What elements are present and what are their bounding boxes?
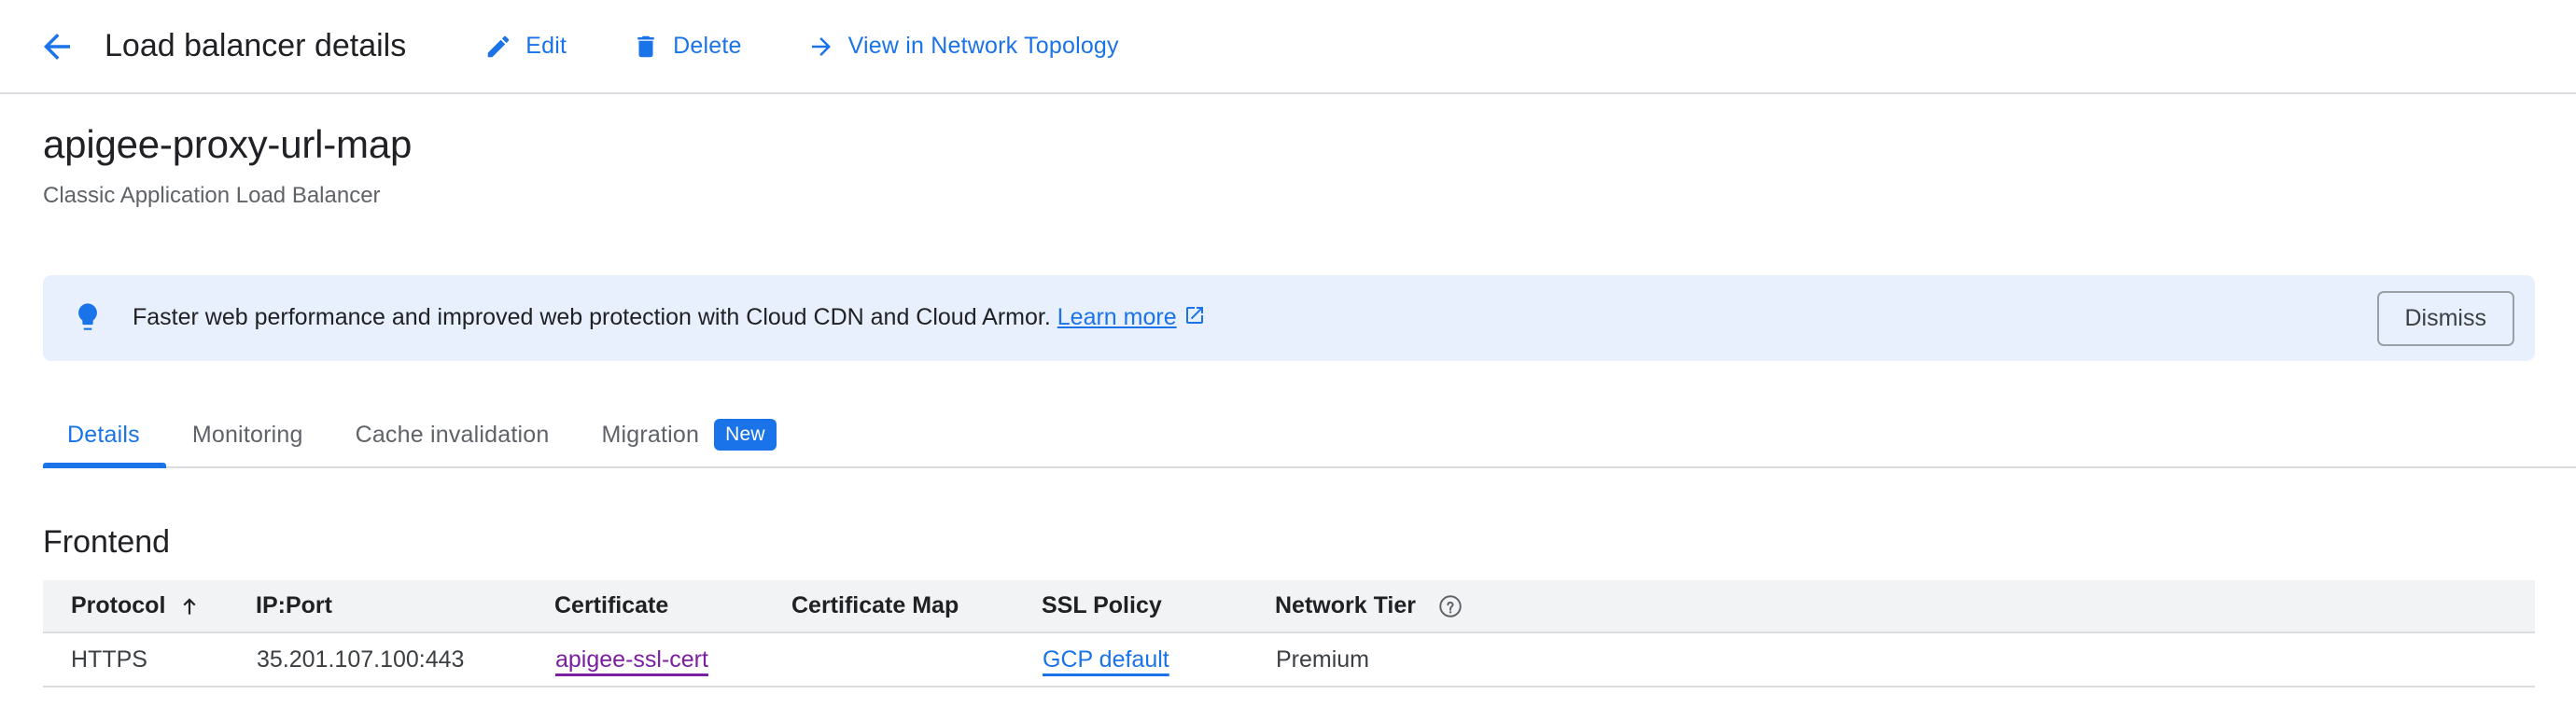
frontend-table: Protocol IP:Port Certificate Cer (43, 580, 2535, 687)
cell-certificate: apigee-ssl-cert (554, 632, 791, 687)
column-header-spacer (1518, 580, 2535, 632)
page-subtitle: Classic Application Load Balancer (43, 183, 412, 209)
tab-monitoring-label: Monitoring (192, 422, 303, 449)
tab-bar: Details Monitoring Cache invalidation Mi… (0, 401, 2576, 468)
cell-ip-port: 35.201.107.100:443 (256, 632, 554, 687)
tab-migration-label: Migration (601, 422, 699, 449)
column-header-certificate[interactable]: Certificate (554, 580, 791, 632)
page-title-header: Load balancer details (105, 28, 406, 64)
tab-cache-invalidation[interactable]: Cache invalidation (329, 401, 576, 468)
open-in-new-icon (1183, 304, 1206, 333)
cell-spacer (1518, 632, 2535, 687)
table-row[interactable]: HTTPS 35.201.107.100:443 apigee-ssl-cert… (43, 632, 2535, 687)
frontend-table-header: Protocol IP:Port Certificate Cer (43, 580, 2535, 632)
column-header-protocol-label: Protocol (71, 592, 165, 619)
cell-protocol: HTTPS (43, 632, 256, 687)
dismiss-button[interactable]: Dismiss (2377, 291, 2515, 346)
arrow-right-icon (807, 33, 835, 61)
promo-banner-text: Faster web performance and improved web … (133, 304, 2377, 333)
page-title: apigee-proxy-url-map (43, 125, 412, 164)
help-circle-icon[interactable] (1437, 593, 1463, 619)
certificate-link[interactable]: apigee-ssl-cert (555, 646, 708, 673)
column-header-protocol[interactable]: Protocol (43, 580, 256, 632)
edit-button-label: Edit (525, 33, 567, 60)
view-in-network-topology-label: View in Network Topology (848, 33, 1119, 60)
edit-button[interactable]: Edit (464, 23, 587, 70)
page-header-toolbar: Load balancer details Edit Delete (0, 0, 2576, 94)
frontend-table-body: HTTPS 35.201.107.100:443 apigee-ssl-cert… (43, 632, 2535, 687)
promo-banner: Faster web performance and improved web … (43, 275, 2535, 361)
column-header-ip-port[interactable]: IP:Port (256, 580, 554, 632)
tab-monitoring[interactable]: Monitoring (166, 401, 329, 468)
ssl-policy-link[interactable]: GCP default (1043, 646, 1169, 673)
tab-details-label: Details (67, 422, 140, 449)
promo-banner-message: Faster web performance and improved web … (133, 304, 1051, 330)
column-header-ssl-policy-label: SSL Policy (1042, 592, 1162, 619)
page-title-block: apigee-proxy-url-map Classic Application… (43, 125, 412, 209)
view-in-network-topology-button[interactable]: View in Network Topology (787, 23, 1140, 70)
column-header-certificate-map-label: Certificate Map (791, 592, 959, 619)
arrow-back-icon (37, 27, 77, 66)
learn-more-label: Learn more (1057, 304, 1177, 330)
back-button[interactable] (30, 20, 84, 74)
delete-button-label: Delete (673, 33, 741, 60)
trash-icon (632, 33, 660, 61)
cell-network-tier: Premium (1275, 632, 1518, 687)
column-header-certificate-map[interactable]: Certificate Map (791, 580, 1042, 632)
table-header-row: Protocol IP:Port Certificate Cer (43, 580, 2535, 632)
column-header-network-tier-label: Network Tier (1275, 592, 1416, 619)
frontend-section-title: Frontend (43, 524, 170, 561)
sort-ascending-arrow-icon (177, 594, 202, 618)
header-actions: Edit Delete View in Network Topo (464, 23, 1140, 70)
tab-cache-invalidation-label: Cache invalidation (356, 422, 550, 449)
column-header-ip-port-label: IP:Port (256, 592, 332, 619)
column-header-network-tier[interactable]: Network Tier (1275, 580, 1518, 632)
load-balancer-details-page: Load balancer details Edit Delete (0, 0, 2576, 722)
delete-button[interactable]: Delete (611, 23, 762, 70)
tab-migration[interactable]: Migration New (575, 401, 802, 468)
new-badge: New (714, 419, 777, 451)
learn-more-link[interactable]: Learn more (1057, 304, 1177, 330)
column-header-certificate-label: Certificate (554, 592, 668, 619)
cell-certificate-map (791, 632, 1042, 687)
pencil-icon (484, 33, 512, 61)
column-header-ssl-policy[interactable]: SSL Policy (1042, 580, 1275, 632)
lightbulb-icon (43, 302, 133, 334)
cell-ssl-policy: GCP default (1042, 632, 1275, 687)
tab-details[interactable]: Details (43, 401, 166, 468)
